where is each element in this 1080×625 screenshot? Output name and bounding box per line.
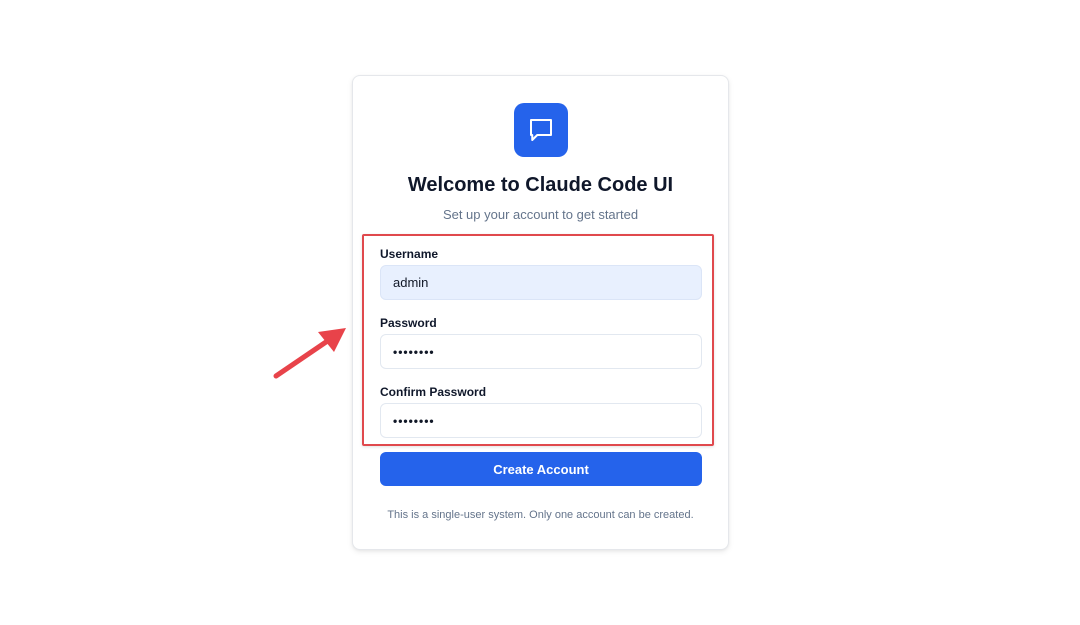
- page: Welcome to Claude Code UI Set up your ac…: [0, 0, 1080, 625]
- chat-bubble-icon: [526, 115, 556, 145]
- arrow-pointer-icon: [268, 322, 352, 384]
- app-logo: [514, 103, 568, 157]
- page-subtitle: Set up your account to get started: [442, 207, 639, 222]
- annotation-highlight-box: [362, 234, 714, 446]
- single-user-note: This is a single-user system. Only one a…: [387, 509, 694, 521]
- page-title: Welcome to Claude Code UI: [407, 174, 674, 196]
- create-account-button[interactable]: Create Account: [380, 452, 702, 486]
